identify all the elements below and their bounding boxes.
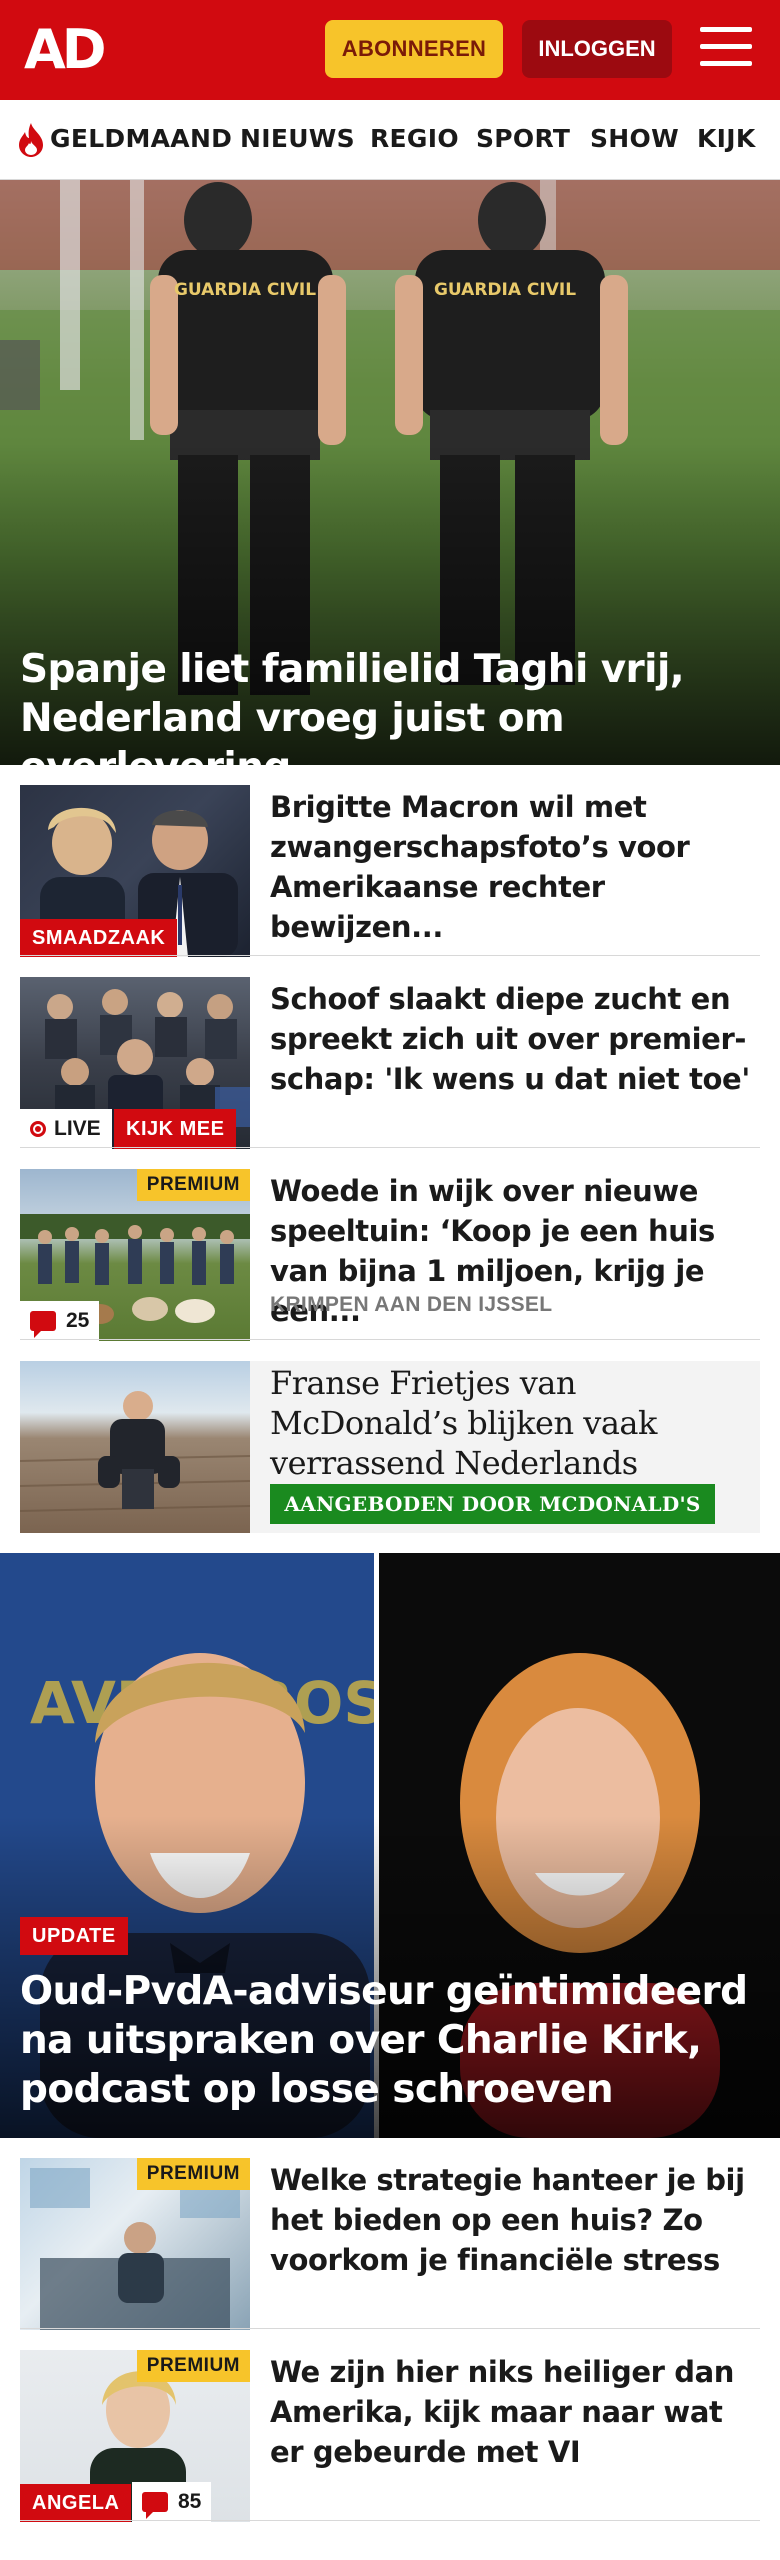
hero-title[interactable]: Spanje liet familielid Taghi vrij, Neder…	[20, 645, 770, 792]
premium-badge: PREMIUM	[136, 2350, 250, 2382]
comment-count-value: 25	[66, 1309, 90, 1332]
top-bar: AD ABONNEREN INLOGGEN	[0, 0, 780, 100]
menu-icon[interactable]	[700, 27, 752, 71]
nav-item-nieuws[interactable]: NIEUWS	[240, 124, 355, 153]
live-label: LIVE	[54, 1117, 101, 1140]
thumb-photo	[20, 1391, 250, 1512]
article-thumbnail: PREMIUM ANGELA 85	[20, 2350, 250, 2522]
live-dot-icon	[30, 1121, 46, 1137]
hero-image-text-left: GUARDIA CIVIL	[174, 280, 316, 300]
login-button[interactable]: INLOGGEN	[522, 20, 672, 78]
ad-logo[interactable]: AD	[24, 20, 107, 80]
sponsored-label[interactable]: AANGEBODEN DOOR MCDONALD'S	[270, 1484, 715, 1524]
flame-icon	[19, 123, 43, 157]
article-title[interactable]: Schoof slaakt diepe zucht en spreekt zic…	[270, 979, 760, 1099]
nav-item-geldmaand[interactable]: GELDMAAND	[50, 124, 232, 153]
article-location: KRIMPEN AAN DEN IJSSEL	[270, 1293, 553, 1316]
subscribe-button[interactable]: ABONNEREN	[325, 20, 503, 78]
premium-badge: PREMIUM	[136, 2158, 250, 2190]
comment-bubble-icon	[142, 2492, 168, 2519]
article-title[interactable]: Welke strategie hanteer je bij het biede…	[270, 2160, 760, 2280]
comment-count[interactable]: 85	[132, 2482, 212, 2522]
comment-count-value: 85	[178, 2490, 202, 2513]
divider	[20, 955, 760, 956]
article-title[interactable]: Brigitte Macron wil met zwangerschapsfot…	[270, 787, 760, 947]
author-tag: ANGELA	[20, 2484, 132, 2522]
section-nav: GELDMAAND NIEUWS REGIO SPORT SHOW KIJK	[0, 100, 780, 180]
article-thumbnail: LIVE KIJK MEE	[20, 977, 250, 1149]
article-thumbnail: PREMIUM	[20, 2158, 250, 2330]
article-card[interactable]: PREMIUM 25 Woede in wijk over nieuwe spe…	[20, 1169, 760, 1341]
divider	[20, 2328, 760, 2329]
article-tag: SMAADZAAK	[20, 919, 178, 957]
article-title[interactable]: Franse Frietjes van McDonald’s blijken v…	[270, 1363, 760, 1483]
divider	[20, 1339, 760, 1340]
nav-item-sport[interactable]: SPORT	[476, 124, 570, 153]
hero-image-text-right: GUARDIA CIVIL	[434, 280, 576, 300]
nav-item-regio[interactable]: REGIO	[370, 124, 459, 153]
watch-live-button[interactable]: KIJK MEE	[114, 1109, 237, 1149]
article-card[interactable]: PREMIUM Welke strategie hanteer je bij h…	[20, 2158, 760, 2330]
comment-count[interactable]: 25	[20, 1301, 100, 1341]
nav-item-kijk[interactable]: KIJK	[697, 124, 756, 153]
premium-badge: PREMIUM	[136, 1169, 250, 1201]
comment-bubble-icon	[30, 1311, 56, 1338]
article-title[interactable]: We zijn hier niks heiliger dan Amerika, …	[270, 2352, 760, 2472]
article-card[interactable]: LIVE KIJK MEE Schoof slaakt diepe zucht …	[20, 977, 760, 1149]
divider	[20, 2520, 760, 2521]
divider	[20, 1147, 760, 1148]
live-badge: LIVE	[20, 1109, 112, 1149]
nav-item-show[interactable]: SHOW	[590, 124, 679, 153]
feature-title[interactable]: Oud-PvdA-adviseur geïntimideerd na uitsp…	[20, 1967, 770, 2114]
article-card[interactable]: PREMIUM ANGELA 85 We zijn hier niks heil…	[20, 2350, 760, 2522]
article-thumbnail	[20, 1361, 250, 1533]
article-card[interactable]: SMAADZAAK Brigitte Macron wil met zwange…	[20, 785, 760, 957]
article-thumbnail: PREMIUM 25	[20, 1169, 250, 1341]
article-thumbnail: SMAADZAAK	[20, 785, 250, 957]
update-tag: UPDATE	[20, 1917, 128, 1955]
